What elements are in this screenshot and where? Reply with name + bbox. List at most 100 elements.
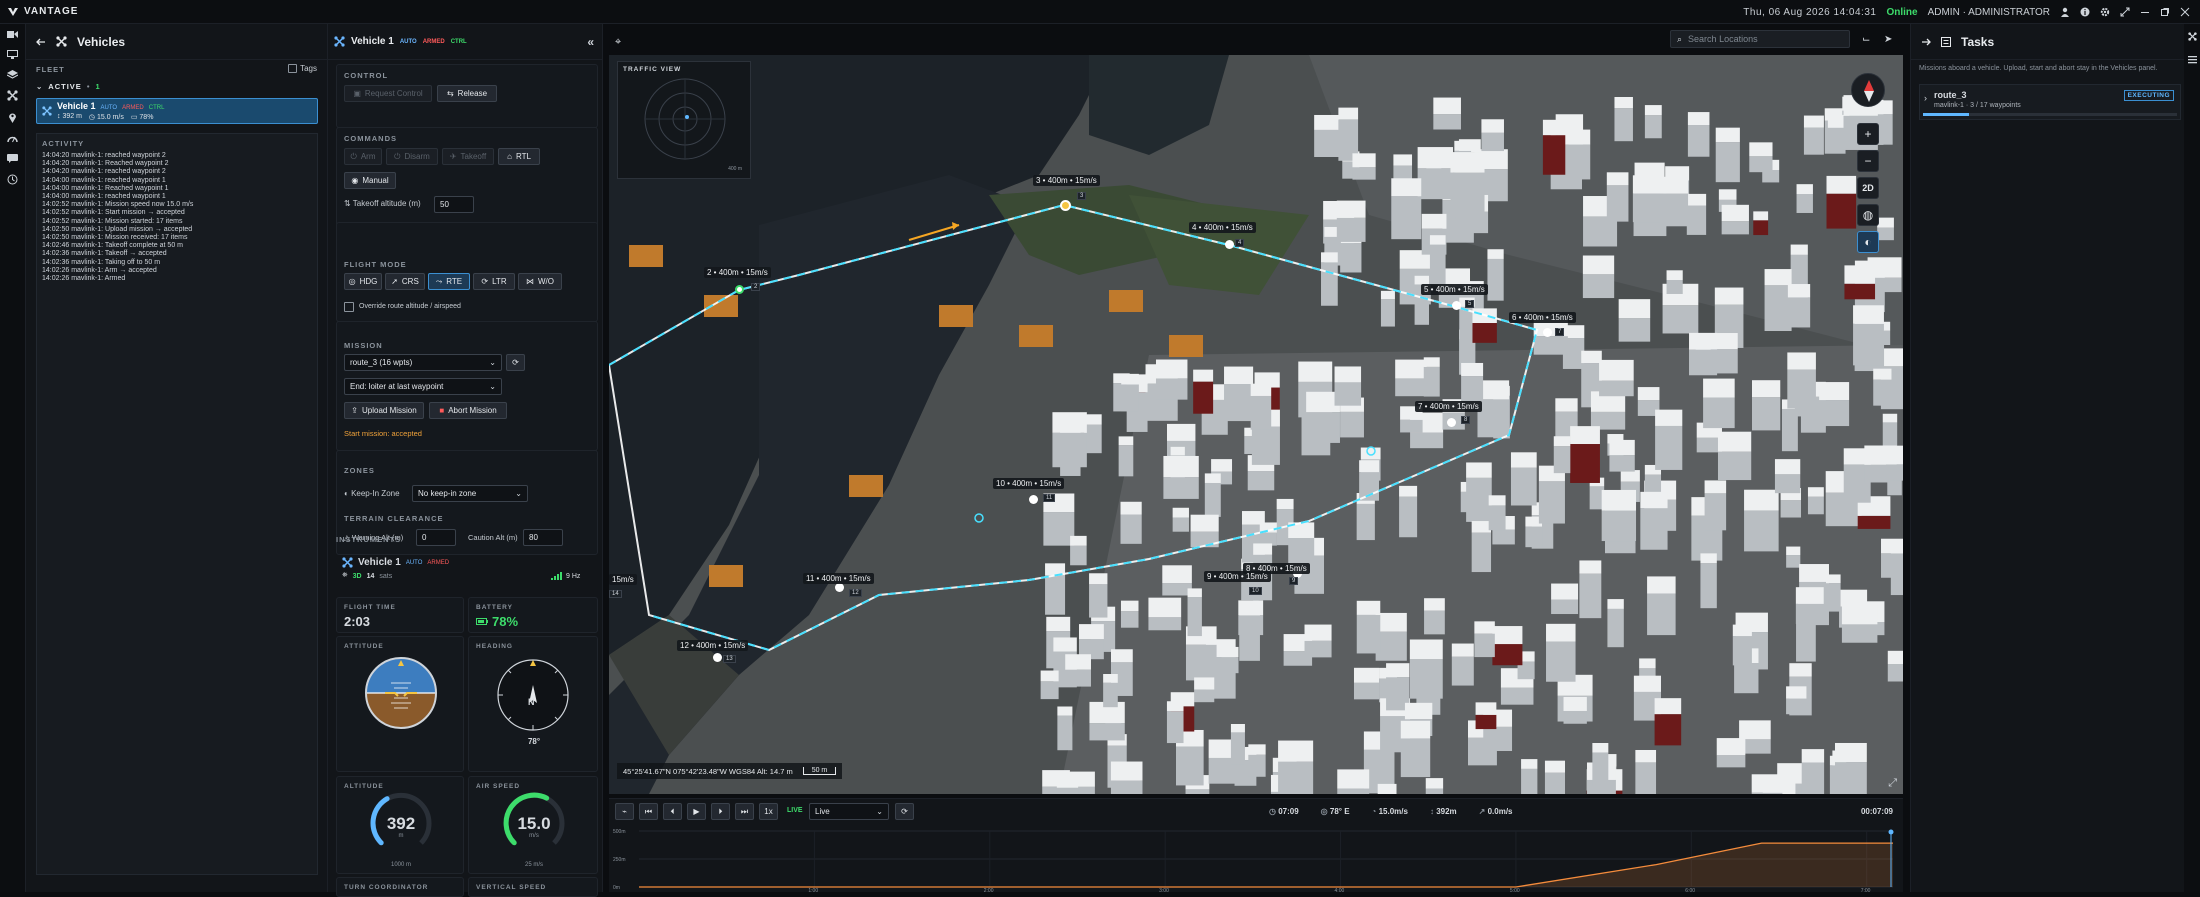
chevron-right-icon[interactable]: ›	[1924, 93, 1927, 103]
caution-alt-input[interactable]: 80	[523, 529, 563, 546]
building-wall	[1640, 508, 1668, 550]
building-roof	[1687, 112, 1710, 126]
keep-in-select[interactable]: No keep-in zone ⌄	[412, 485, 528, 502]
theme-toggle-button[interactable]: ◐	[1857, 231, 1879, 253]
waypoint-marker[interactable]	[1543, 328, 1552, 337]
waypoint-marker[interactable]	[735, 285, 744, 294]
vehicle-battery: ▭ 78%	[130, 114, 154, 121]
refresh-button[interactable]: ⟳	[506, 354, 525, 371]
locate-icon[interactable]: ⌖	[615, 36, 621, 49]
2d-toggle-button[interactable]: 2D	[1857, 177, 1879, 199]
building-wall	[1525, 526, 1543, 548]
release-button[interactable]: ⇆ Release	[437, 85, 497, 102]
waypoint-marker[interactable]	[835, 583, 844, 592]
info-icon[interactable]	[2080, 7, 2090, 17]
minimize-icon[interactable]	[2140, 7, 2150, 17]
waypoint-marker[interactable]	[1029, 495, 1038, 504]
building-roof	[1844, 265, 1876, 284]
drone-icon[interactable]	[2187, 32, 2197, 41]
skip-start-button[interactable]: ⏮	[639, 803, 658, 820]
sync-button[interactable]: ⟳	[895, 803, 914, 820]
landmark-building	[1169, 335, 1203, 357]
tags-checkbox[interactable]	[288, 64, 298, 73]
rtl-button[interactable]: ⌂ RTL	[498, 148, 540, 165]
tasks-icon	[1941, 36, 1951, 47]
coordinate-readout: 45°25'41.67"N 075°42'23.48"W WGS84 Alt: …	[617, 763, 843, 779]
end-behavior-select[interactable]: End: loiter at last waypoint ⌄	[344, 378, 502, 395]
forward-arrow-icon[interactable]	[1921, 37, 1931, 47]
monitor-icon[interactable]	[7, 50, 18, 59]
mode-crs-button[interactable]: ➚ CRS	[385, 273, 425, 290]
takeoff-button[interactable]: ✈ Takeoff	[442, 148, 494, 165]
instruments-label: INSTRUMENTS	[336, 535, 402, 544]
vehicle-card[interactable]: Vehicle 1 AUTO ARMED CTRL ↕ 392 m ◷ 15.0…	[36, 98, 318, 124]
mode-rte-button[interactable]: ⤳ RTE	[428, 273, 470, 290]
user-icon[interactable]	[2060, 7, 2070, 17]
active-group[interactable]: ⌄ ACTIVE • 1	[36, 82, 101, 91]
video-icon[interactable]	[7, 30, 18, 39]
layers-icon[interactable]	[7, 70, 18, 79]
expand-icon[interactable]	[2120, 7, 2130, 17]
map-pin-icon[interactable]	[8, 112, 17, 123]
collapse-panel-icon[interactable]: «	[587, 35, 594, 49]
flight-time-value: 2:03	[344, 614, 371, 629]
history-icon[interactable]	[7, 174, 18, 185]
route-select[interactable]: route_3 (16 wpts) ⌄	[344, 354, 502, 371]
skip-end-button[interactable]: ⏭	[735, 803, 754, 820]
log-entry: 14:02:26 mavlink-1: Arm → accepted	[42, 266, 157, 274]
gauge-icon[interactable]	[7, 134, 18, 143]
skip-end-icon: ⏭	[740, 806, 749, 816]
back-arrow-icon[interactable]	[36, 37, 46, 47]
takeoff-altitude-input[interactable]: 50	[434, 196, 474, 213]
restore-icon[interactable]	[2160, 7, 2170, 17]
waypoint-label: 12 • 400m • 15m/s	[677, 640, 749, 651]
search-locations-input[interactable]: ⌕ Search Locations	[1670, 30, 1850, 48]
playback-speed-button[interactable]: 1x	[759, 803, 778, 820]
playhead-handle[interactable]	[1888, 829, 1894, 835]
upload-mission-button[interactable]: ⇪ Upload Mission	[344, 402, 424, 419]
navigate-icon[interactable]: ➤	[1884, 34, 1892, 45]
live-select[interactable]: Live ⌄	[809, 803, 889, 820]
waypoint-marker[interactable]	[1225, 240, 1234, 249]
step-back-button[interactable]: ⏴	[663, 803, 682, 820]
play-button[interactable]: ▶	[687, 803, 706, 820]
close-window-icon[interactable]	[2180, 7, 2190, 17]
compass-button[interactable]	[1851, 73, 1885, 107]
request-control-button[interactable]: ▣ Request Control	[344, 85, 432, 102]
map-tool-icon[interactable]: ⌙	[1862, 34, 1870, 45]
mode-hdg-button[interactable]: ◎ HDG	[344, 273, 382, 290]
tags-toggle[interactable]: Tags	[288, 64, 317, 73]
mode-ltr-button[interactable]: ⟳ LTR	[473, 273, 515, 290]
map-3d-view[interactable]: 2 • 400m • 15m/s 2 3 • 400m • 15m/s 3 4 …	[609, 55, 1903, 794]
globe-button[interactable]: ◍	[1857, 204, 1879, 226]
list-icon[interactable]	[2187, 55, 2197, 64]
fullscreen-icon[interactable]: ⤢	[1888, 777, 1897, 790]
task-card[interactable]: › route_3 mavlink-1 · 3 / 17 waypoints E…	[1919, 84, 2181, 120]
step-forward-button[interactable]: ⏵	[711, 803, 730, 820]
warning-alt-input[interactable]: 0	[416, 529, 456, 546]
disarm-button[interactable]: ⏻ Disarm	[386, 148, 438, 165]
zoom-in-button[interactable]: +	[1857, 123, 1879, 145]
chevron-down-icon[interactable]: ⌄	[36, 82, 43, 91]
building-wall	[1057, 715, 1073, 751]
settings-gear-icon[interactable]	[2100, 7, 2110, 17]
building-roof	[1751, 774, 1783, 793]
speed-readout: ◔ 15.0m/s	[1371, 807, 1408, 816]
building-roof	[1790, 244, 1808, 255]
override-checkbox[interactable]	[344, 302, 354, 312]
waypoint-marker[interactable]	[713, 653, 722, 662]
waypoint-marker-active[interactable]	[1060, 200, 1071, 211]
abort-mission-button[interactable]: ■ Abort Mission	[429, 402, 507, 419]
chart-toggle-button[interactable]: ⌁	[615, 803, 634, 820]
waypoint-marker[interactable]	[1447, 418, 1456, 427]
drone-icon[interactable]	[7, 90, 18, 101]
chat-icon[interactable]	[7, 154, 18, 163]
building-roof	[1057, 706, 1073, 716]
waypoint-marker[interactable]	[1452, 301, 1461, 310]
waypoint-label: 6 • 400m • 15m/s	[1509, 312, 1576, 323]
zoom-out-button[interactable]: −	[1857, 150, 1879, 172]
manual-button[interactable]: ◉ Manual	[344, 172, 396, 189]
arm-button[interactable]: ⏻ Arm	[344, 148, 382, 165]
building-wall	[1359, 472, 1379, 501]
mode-wo-button[interactable]: ⋈ W/O	[518, 273, 562, 290]
